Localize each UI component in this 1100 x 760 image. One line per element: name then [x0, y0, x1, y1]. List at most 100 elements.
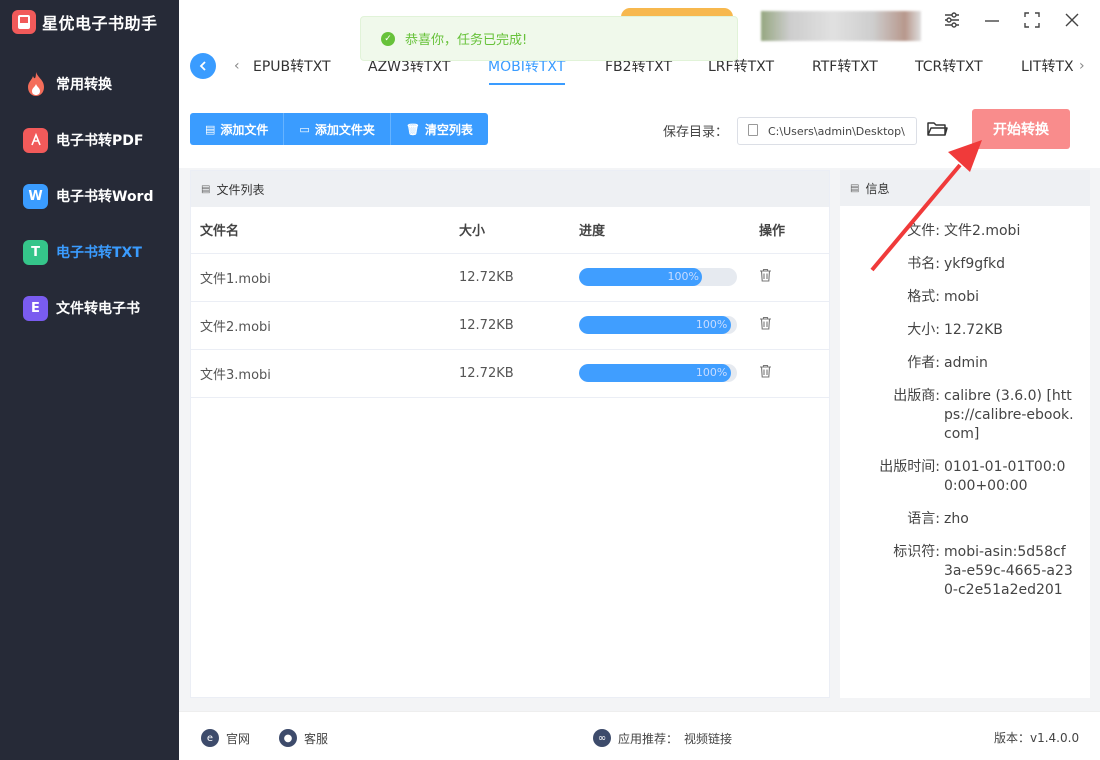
folder-open-icon[interactable] [926, 119, 948, 139]
file-list-header: ▤ 文件列表 [191, 171, 829, 207]
list-icon: ▤ [201, 183, 211, 195]
sidebar-item-txt[interactable]: T 电子书转TXT [0, 228, 179, 276]
start-convert-button[interactable]: 开始转换 [972, 109, 1070, 149]
tab-tcr[interactable]: TCR转TXT [915, 56, 983, 76]
clear-list-label: 清空列表 [424, 122, 473, 137]
info-value: mobi-asin:5d58cf3a-e59c-4665-a230-c2e51a… [944, 544, 1073, 598]
clear-list-button[interactable]: 🗑 清空列表 [390, 113, 488, 145]
website-link[interactable]: e 官网 [201, 729, 250, 747]
file-name-cell: 文件3.mobi [191, 349, 450, 398]
file-name-cell: 文件1.mobi [191, 253, 450, 302]
table-row[interactable]: 文件2.mobi 12.72KB 100% [191, 301, 829, 350]
file-list-title: 文件列表 [216, 182, 265, 197]
info-value: 12.72KB [944, 322, 1003, 338]
tab-rtf[interactable]: RTF转TXT [812, 56, 878, 76]
info-key: 格式: [907, 289, 940, 305]
user-avatar-blurred[interactable] [761, 11, 921, 41]
chevron-left-icon [199, 61, 206, 71]
footer: e 官网 ● 客服 ∞ 应用推荐： 视频链接 版本：v1.4.0.0 [179, 711, 1100, 760]
add-file-button[interactable]: ▤ 添加文件 [190, 113, 285, 145]
info-key: 书名: [907, 256, 940, 272]
info-header: ▤ 信息 [840, 170, 1090, 206]
tabs-scroll-left-icon[interactable]: ‹ [234, 58, 240, 74]
back-button[interactable] [190, 53, 216, 79]
tab-epub[interactable]: EPUB转TXT [253, 56, 331, 76]
col-header-name: 文件名 [191, 207, 450, 254]
sidebar-item-word[interactable]: W 电子书转Word [0, 172, 179, 220]
sidebar-item-label: 电子书转Word [56, 189, 154, 205]
info-title: 信息 [865, 181, 890, 196]
add-folder-button[interactable]: ▭ 添加文件夹 [284, 113, 391, 145]
col-header-action: 操作 [750, 207, 829, 254]
sidebar-item-pdf[interactable]: 电子书转PDF [0, 116, 179, 164]
settings-icon[interactable] [942, 12, 962, 33]
file-size-cell: 12.72KB [450, 301, 570, 350]
save-dir-label: 保存目录： [663, 125, 729, 140]
file-list-panel: ▤ 文件列表 文件名 大小 进度 操作 文件1.mobi 12.72KB 100% 文… [190, 170, 830, 698]
action-cell [750, 301, 829, 350]
check-circle-icon: ✓ [381, 31, 395, 46]
fire-icon [23, 72, 48, 97]
delete-icon[interactable] [759, 364, 772, 382]
info-key: 标识符: [893, 544, 940, 560]
link-icon: ∞ [593, 729, 611, 747]
col-header-progress: 进度 [570, 207, 750, 254]
sidebar-item-label: 文件转电子书 [56, 301, 140, 317]
chat-icon: ● [279, 729, 297, 747]
txt-icon: T [23, 239, 48, 265]
col-header-size: 大小 [450, 207, 570, 254]
minimize-icon[interactable] [982, 12, 1002, 33]
book-logo-icon [12, 10, 36, 34]
delete-icon[interactable] [759, 316, 772, 334]
info-key: 出版时间: [879, 459, 940, 475]
table-row[interactable]: 文件3.mobi 12.72KB 100% [191, 349, 829, 398]
sidebar-item-to-ebook[interactable]: E 文件转电子书 [0, 284, 179, 332]
recommend-label: 应用推荐： [618, 731, 679, 746]
support-link[interactable]: ● 客服 [279, 729, 328, 747]
info-doc-icon: ▤ [850, 182, 860, 194]
progress-label: 100% [695, 366, 728, 379]
toolbar: ▤ 添加文件 ▭ 添加文件夹 🗑 清空列表 保存目录： 开始转换 [179, 88, 1100, 168]
sidebar-item-label: 常用转换 [56, 77, 112, 93]
action-cell [750, 349, 829, 398]
info-key: 大小: [907, 322, 940, 338]
info-value: mobi [944, 289, 979, 305]
version-text: 版本：v1.4.0.0 [994, 731, 1080, 745]
sidebar-item-label: 电子书转PDF [56, 133, 144, 149]
file-icon [748, 124, 758, 136]
progress-label: 100% [667, 270, 699, 283]
info-value: zho [944, 511, 969, 527]
progress-bar: 100% [579, 268, 737, 286]
tab-lit[interactable]: LIT转TX [1021, 56, 1074, 76]
sidebar-item-common[interactable]: 常用转换 [0, 60, 179, 108]
success-toast: ✓ 恭喜你，任务已完成! [360, 16, 738, 61]
ebook-icon: E [23, 295, 48, 321]
info-key: 出版商: [893, 388, 940, 404]
info-value: admin [944, 355, 988, 371]
pdf-icon [23, 127, 48, 153]
save-dir-input[interactable] [737, 117, 917, 145]
tabs-scroll-right-icon[interactable]: › [1075, 58, 1085, 74]
progress-cell: 100% [570, 349, 750, 398]
main-area: ✓ 恭喜你，任务已完成! ‹ EPUB转TXT AZW3转TXT MOBI转TX… [179, 0, 1100, 760]
progress-cell: 100% [570, 253, 750, 302]
info-value: calibre (3.6.0) [https://calibre-ebook.c… [944, 388, 1074, 442]
active-tab-indicator [489, 83, 565, 85]
window-controls [942, 12, 1082, 33]
info-value: 0101-01-01T00:00:00+00:00 [944, 459, 1066, 494]
close-icon[interactable] [1062, 12, 1082, 33]
progress-bar: 100% [579, 316, 737, 334]
recommend-link[interactable]: 视频链接 [684, 730, 732, 747]
info-key: 作者: [907, 355, 940, 371]
word-icon: W [23, 183, 48, 209]
progress-label: 100% [695, 318, 728, 331]
recommend-area: ∞ 应用推荐： 视频链接 [593, 729, 732, 747]
info-value: ykf9gfkd [944, 256, 1006, 272]
trash-icon: 🗑 [405, 122, 420, 136]
file-icon: ▤ [205, 122, 216, 136]
maximize-icon[interactable] [1022, 12, 1042, 33]
progress-cell: 100% [570, 301, 750, 350]
delete-icon[interactable] [759, 268, 772, 286]
table-row[interactable]: 文件1.mobi 12.72KB 100% [191, 253, 829, 302]
sidebar-item-label: 电子书转TXT [56, 245, 142, 261]
